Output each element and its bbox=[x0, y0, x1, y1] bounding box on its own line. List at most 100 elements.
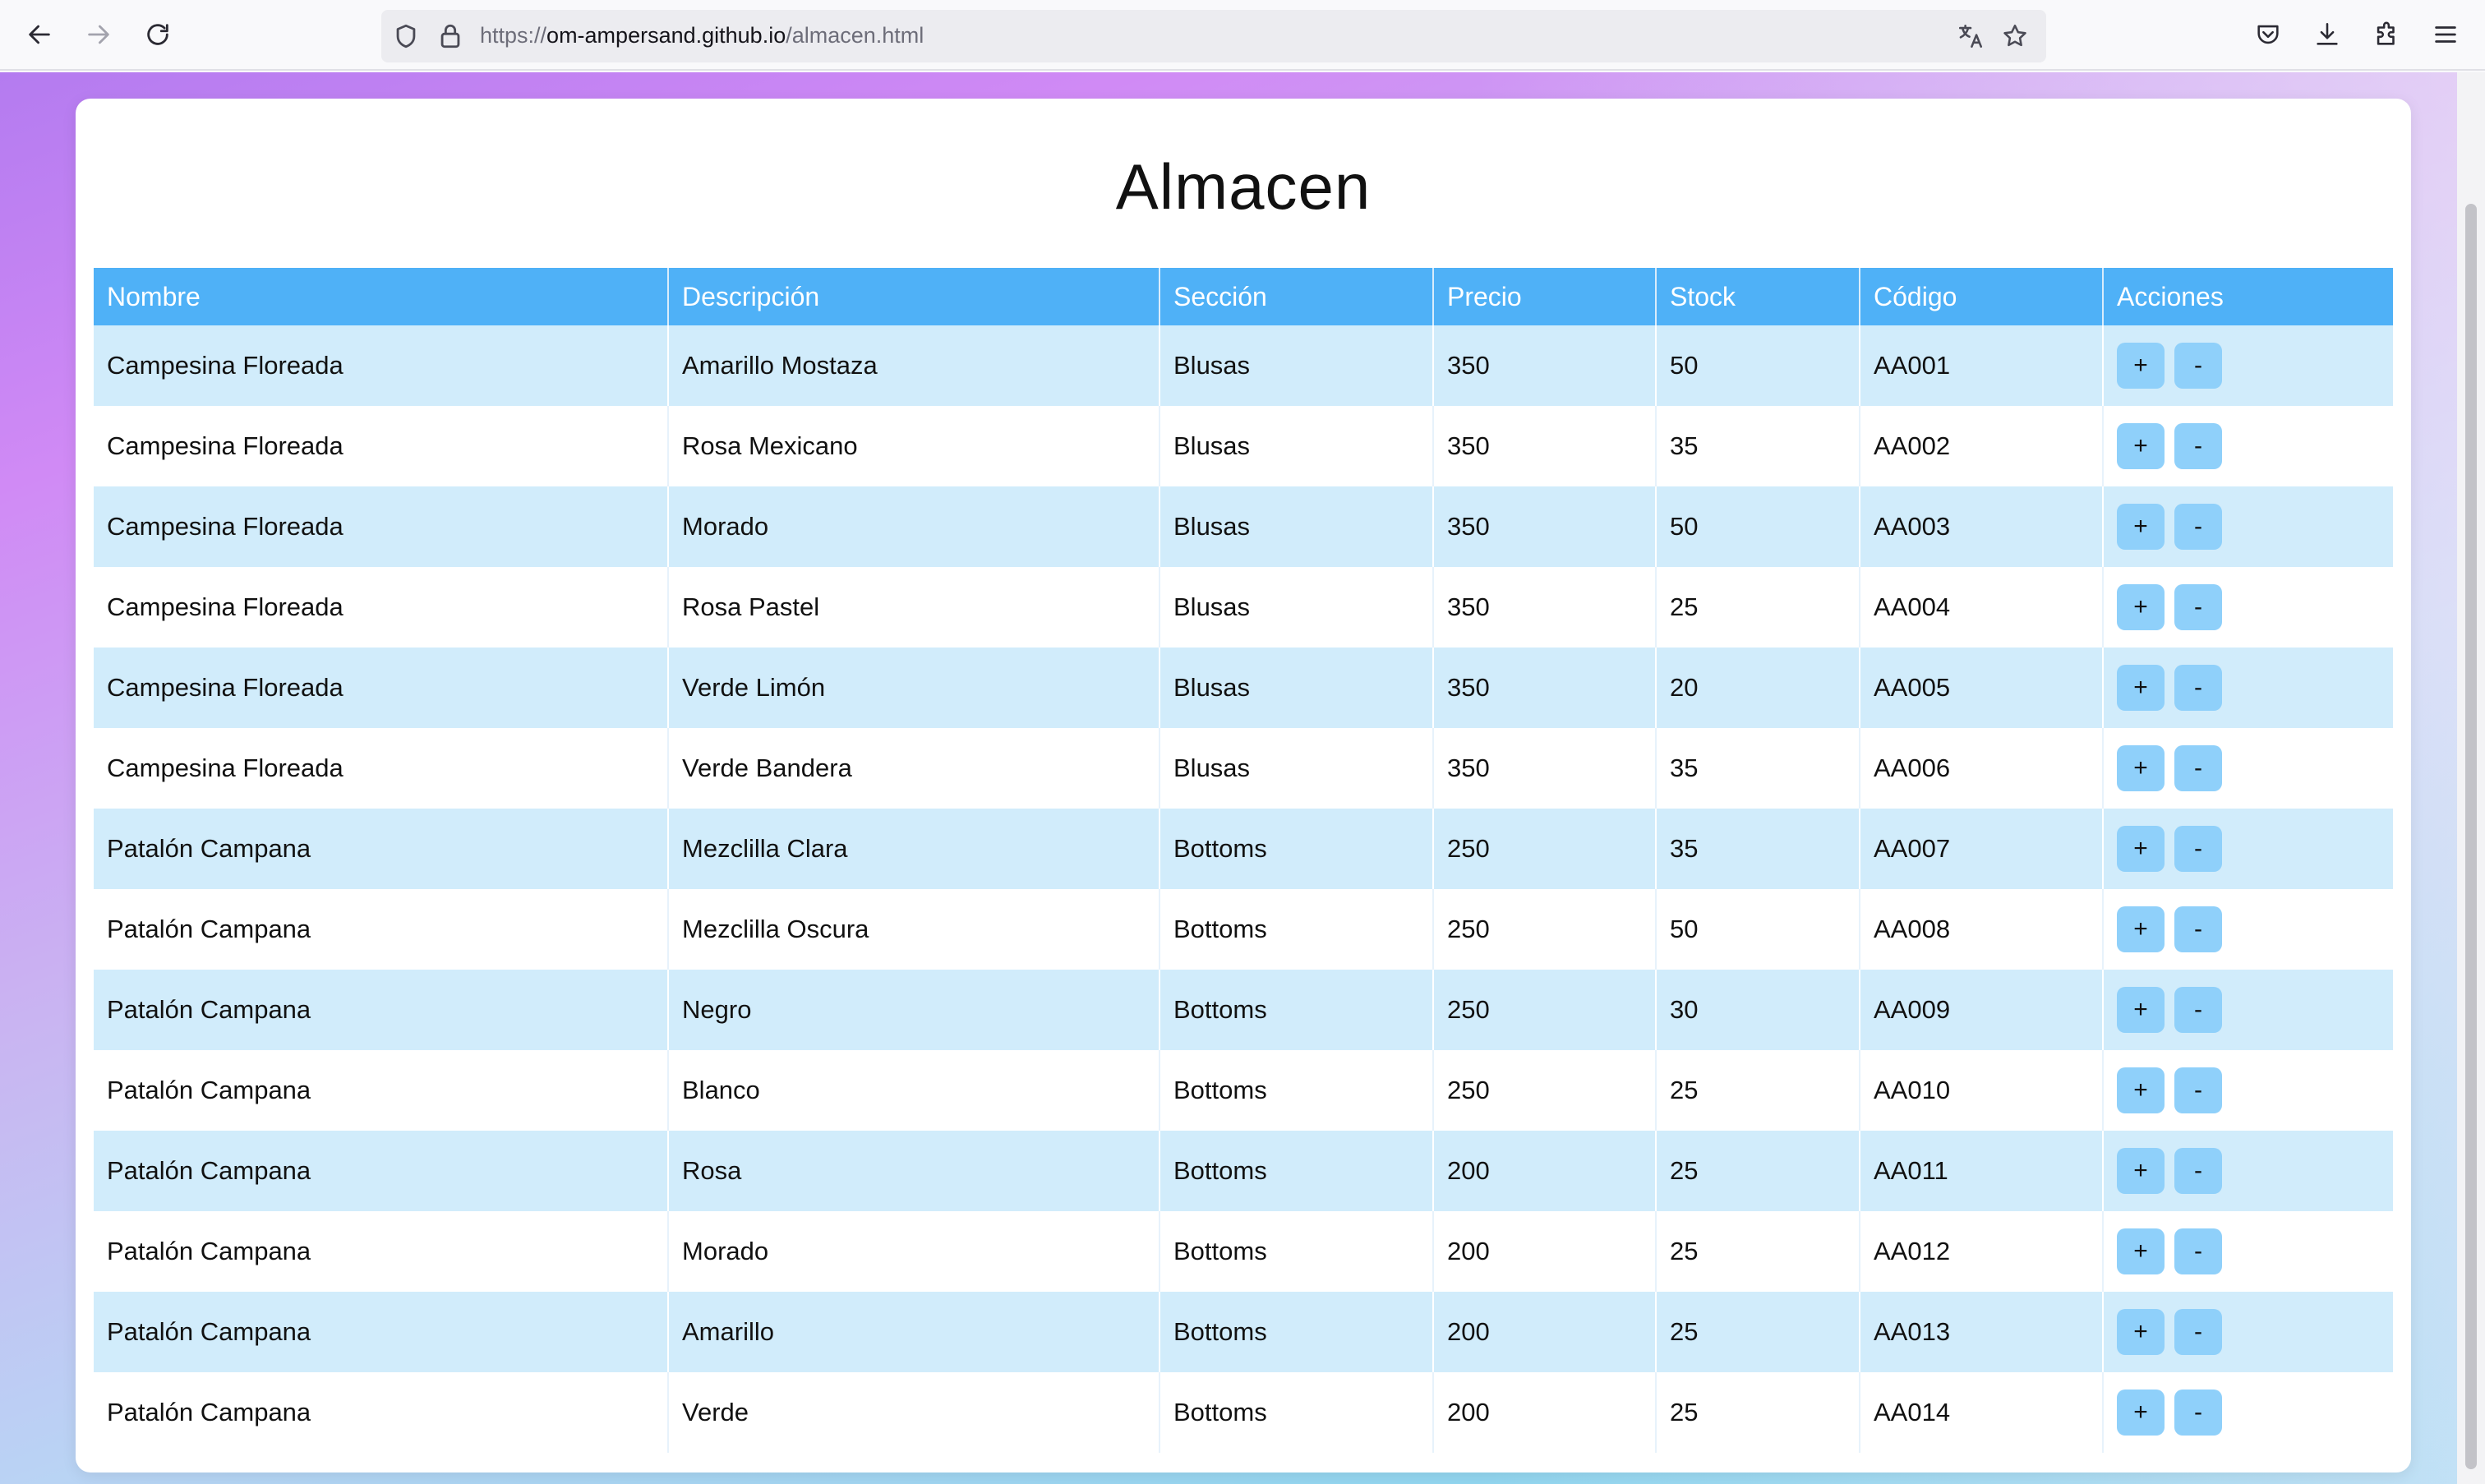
cell-seccion: Bottoms bbox=[1159, 1050, 1433, 1131]
column-header-stock: Stock bbox=[1655, 268, 1860, 325]
table-row: Patalón Campana Verde Bottoms 200 25 AA014 + - bbox=[94, 1372, 2393, 1453]
decrement-stock-button[interactable]: - bbox=[2174, 1228, 2222, 1274]
increment-stock-button[interactable]: + bbox=[2117, 1148, 2165, 1194]
menu-icon[interactable] bbox=[2426, 15, 2465, 54]
decrement-stock-button[interactable]: - bbox=[2174, 584, 2222, 630]
cell-nombre: Campesina Floreada bbox=[94, 567, 668, 648]
cell-codigo: AA014 bbox=[1859, 1372, 2103, 1453]
lock-icon[interactable] bbox=[436, 21, 465, 51]
forward-arrow-icon[interactable] bbox=[79, 15, 118, 54]
decrement-stock-button[interactable]: - bbox=[2174, 343, 2222, 389]
decrement-stock-button[interactable]: - bbox=[2174, 665, 2222, 711]
table-row: Patalón Campana Blanco Bottoms 250 25 AA010 + - bbox=[94, 1050, 2393, 1131]
page-title: Almacen bbox=[1115, 150, 1372, 223]
column-header-seccion: Sección bbox=[1159, 268, 1433, 325]
increment-stock-button[interactable]: + bbox=[2117, 504, 2165, 550]
cell-descripcion: Negro bbox=[667, 970, 1160, 1050]
back-arrow-icon[interactable] bbox=[20, 15, 59, 54]
scrollbar-thumb[interactable] bbox=[2465, 204, 2477, 1469]
cell-precio: 350 bbox=[1432, 728, 1656, 809]
shield-icon[interactable] bbox=[391, 21, 421, 51]
cell-seccion: Bottoms bbox=[1159, 1372, 1433, 1453]
table-row: Campesina Floreada Verde Limón Blusas 350 20… bbox=[94, 648, 2393, 728]
extensions-icon[interactable] bbox=[2367, 15, 2406, 54]
cell-precio: 350 bbox=[1432, 648, 1656, 728]
cell-descripcion: Amarillo Mostaza bbox=[667, 325, 1160, 406]
table-row: Campesina Floreada Morado Blusas 350 50 AA003… bbox=[94, 486, 2393, 567]
decrement-stock-button[interactable]: - bbox=[2174, 745, 2222, 791]
cell-descripcion: Amarillo bbox=[667, 1292, 1160, 1372]
cell-stock: 50 bbox=[1655, 486, 1860, 567]
cell-stock: 25 bbox=[1655, 1050, 1860, 1131]
cell-nombre: Campesina Floreada bbox=[94, 486, 668, 567]
vertical-scrollbar[interactable] bbox=[2457, 72, 2485, 1484]
decrement-stock-button[interactable]: - bbox=[2174, 1148, 2222, 1194]
increment-stock-button[interactable]: + bbox=[2117, 423, 2165, 469]
increment-stock-button[interactable]: + bbox=[2117, 745, 2165, 791]
cell-nombre: Campesina Floreada bbox=[94, 648, 668, 728]
translate-icon[interactable] bbox=[1956, 21, 1985, 51]
increment-stock-button[interactable]: + bbox=[2117, 826, 2165, 872]
cell-nombre: Patalón Campana bbox=[94, 889, 668, 970]
table-row: Campesina Floreada Rosa Mexicano Blusas 350… bbox=[94, 406, 2393, 486]
cell-precio: 250 bbox=[1432, 1050, 1656, 1131]
cell-acciones: + - bbox=[2102, 1372, 2393, 1453]
decrement-stock-button[interactable]: - bbox=[2174, 1067, 2222, 1113]
decrement-stock-button[interactable]: - bbox=[2174, 423, 2222, 469]
address-bar[interactable]: https://om-ampersand.github.io/almacen.h… bbox=[381, 10, 2046, 62]
table-body: Campesina Floreada Amarillo Mostaza Blusas… bbox=[94, 325, 2393, 1453]
decrement-stock-button[interactable]: - bbox=[2174, 1390, 2222, 1436]
cell-acciones: + - bbox=[2102, 809, 2393, 889]
increment-stock-button[interactable]: + bbox=[2117, 343, 2165, 389]
url-text[interactable]: https://om-ampersand.github.io/almacen.h… bbox=[480, 23, 924, 48]
cell-nombre: Patalón Campana bbox=[94, 1050, 668, 1131]
column-header-nombre: Nombre bbox=[94, 268, 668, 325]
decrement-stock-button[interactable]: - bbox=[2174, 826, 2222, 872]
cell-codigo: AA003 bbox=[1859, 486, 2103, 567]
decrement-stock-button[interactable]: - bbox=[2174, 906, 2222, 952]
url-host: om-ampersand.github.io bbox=[546, 23, 786, 48]
bookmark-star-icon[interactable] bbox=[2000, 21, 2030, 51]
increment-stock-button[interactable]: + bbox=[2117, 906, 2165, 952]
cell-acciones: + - bbox=[2102, 1050, 2393, 1131]
cell-acciones: + - bbox=[2102, 406, 2393, 486]
download-icon[interactable] bbox=[2308, 15, 2347, 54]
cell-seccion: Blusas bbox=[1159, 567, 1433, 648]
cell-stock: 25 bbox=[1655, 1292, 1860, 1372]
table-row: Patalón Campana Mezclilla Oscura Bottoms 25… bbox=[94, 889, 2393, 970]
cell-seccion: Blusas bbox=[1159, 728, 1433, 809]
cell-codigo: AA012 bbox=[1859, 1211, 2103, 1292]
increment-stock-button[interactable]: + bbox=[2117, 584, 2165, 630]
cell-descripcion: Rosa Mexicano bbox=[667, 406, 1160, 486]
cell-stock: 25 bbox=[1655, 1372, 1860, 1453]
increment-stock-button[interactable]: + bbox=[2117, 1228, 2165, 1274]
table-row: Patalón Campana Mezclilla Clara Bottoms 250… bbox=[94, 809, 2393, 889]
column-header-descripcion: Descripción bbox=[667, 268, 1160, 325]
decrement-stock-button[interactable]: - bbox=[2174, 987, 2222, 1033]
increment-stock-button[interactable]: + bbox=[2117, 1309, 2165, 1355]
cell-descripcion: Mezclilla Clara bbox=[667, 809, 1160, 889]
cell-acciones: + - bbox=[2102, 889, 2393, 970]
increment-stock-button[interactable]: + bbox=[2117, 987, 2165, 1033]
cell-stock: 25 bbox=[1655, 567, 1860, 648]
increment-stock-button[interactable]: + bbox=[2117, 1390, 2165, 1436]
increment-stock-button[interactable]: + bbox=[2117, 1067, 2165, 1113]
cell-stock: 50 bbox=[1655, 325, 1860, 406]
table-row: Patalón Campana Negro Bottoms 250 30 AA009 + - bbox=[94, 970, 2393, 1050]
inventory-table: Nombre Descripción Sección Precio Stock … bbox=[94, 268, 2393, 1453]
increment-stock-button[interactable]: + bbox=[2117, 665, 2165, 711]
cell-stock: 35 bbox=[1655, 406, 1860, 486]
cell-seccion: Bottoms bbox=[1159, 809, 1433, 889]
column-header-codigo: Código bbox=[1859, 268, 2103, 325]
cell-codigo: AA011 bbox=[1859, 1131, 2103, 1211]
pocket-icon[interactable] bbox=[2248, 15, 2288, 54]
decrement-stock-button[interactable]: - bbox=[2174, 504, 2222, 550]
reload-icon[interactable] bbox=[138, 15, 178, 54]
decrement-stock-button[interactable]: - bbox=[2174, 1309, 2222, 1355]
cell-stock: 50 bbox=[1655, 889, 1860, 970]
table-row: Patalón Campana Morado Bottoms 200 25 AA012 + - bbox=[94, 1211, 2393, 1292]
cell-precio: 350 bbox=[1432, 325, 1656, 406]
cell-acciones: + - bbox=[2102, 1292, 2393, 1372]
cell-codigo: AA002 bbox=[1859, 406, 2103, 486]
cell-acciones: + - bbox=[2102, 1211, 2393, 1292]
